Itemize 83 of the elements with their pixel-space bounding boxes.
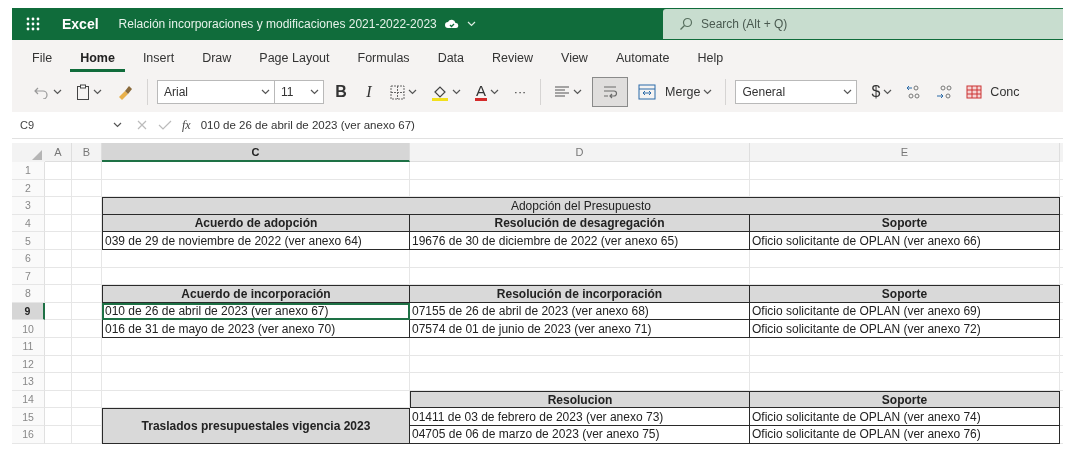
ribbon-tab[interactable]: File xyxy=(22,46,63,72)
search-icon xyxy=(679,17,693,31)
font-size-select[interactable]: 11 xyxy=(274,80,324,104)
table-cell: Oficio solicitante de OPLAN (ver anexo 74) xyxy=(750,408,1060,426)
caret-icon xyxy=(883,89,893,95)
column-header[interactable]: C xyxy=(102,143,410,162)
table-cell: 01411 de 03 de febrero de 2023 (ver anexo 73) xyxy=(410,408,750,426)
borders-icon xyxy=(390,84,405,100)
row-header[interactable]: 10 xyxy=(12,320,45,338)
ribbon-tab[interactable]: Draw xyxy=(192,46,242,72)
caret-icon xyxy=(261,89,270,95)
table-cell: 19676 de 30 de diciembre de 2022 (ver anexo 65) xyxy=(410,232,750,250)
check-icon[interactable] xyxy=(158,119,172,131)
caret-icon xyxy=(310,89,319,95)
header-cell: Resolución de incorporación xyxy=(410,285,750,303)
caret-icon xyxy=(452,89,461,95)
search-field[interactable]: Search (Alt + Q) xyxy=(663,9,1063,39)
name-box[interactable]: C9 xyxy=(16,115,126,135)
table-cell: Oficio solicitante de OPLAN (ver anexo 66) xyxy=(750,232,1060,250)
caret-icon xyxy=(573,89,582,95)
table-cell: 039 de 29 de noviembre de 2022 (ver anexo 64) xyxy=(102,232,410,250)
ribbon-tab[interactable]: Review xyxy=(482,46,544,72)
merge-icon xyxy=(638,84,656,100)
ribbon-tab[interactable]: Formulas xyxy=(347,46,420,72)
ribbon-tab[interactable]: Page Layout xyxy=(249,46,340,72)
table-cell: Oficio solicitante de OPLAN (ver anexo 72) xyxy=(750,320,1060,338)
font-color-button[interactable]: A xyxy=(471,77,503,107)
caret-icon xyxy=(843,89,853,95)
font-select[interactable]: Arial xyxy=(157,80,275,104)
caret-icon xyxy=(703,89,713,95)
caret-icon xyxy=(113,122,122,128)
ribbon-tab[interactable]: Home xyxy=(70,46,125,72)
cloud-saved-icon xyxy=(444,18,459,30)
wrap-text-icon xyxy=(601,83,619,101)
align-left-icon xyxy=(554,85,570,99)
table-cell: 016 de 31 de mayo de 2023 (ver anexo 70) xyxy=(102,320,410,338)
ribbon-tab[interactable]: Help xyxy=(687,46,734,72)
app-launcher-icon[interactable] xyxy=(26,17,40,31)
caret-icon xyxy=(490,89,499,95)
caret-icon xyxy=(53,89,62,95)
number-format-select[interactable]: General xyxy=(735,80,858,104)
header-cell: Soporte xyxy=(750,285,1060,303)
function-label[interactable]: fx xyxy=(182,117,191,133)
italic-button[interactable]: I xyxy=(358,77,380,107)
more-button[interactable]: ··· xyxy=(509,77,531,107)
table-grid-icon xyxy=(966,85,983,99)
currency-button[interactable]: $ xyxy=(867,77,897,107)
caret-icon xyxy=(408,89,417,95)
header-cell: Adopción del Presupuesto xyxy=(102,197,1060,215)
header-cell: Resolucion xyxy=(410,390,750,409)
decrease-decimal-icon xyxy=(936,84,953,100)
increase-decimal-icon xyxy=(906,84,923,100)
header-cell: Traslados presupuestales vigencia 2023 xyxy=(102,408,410,444)
row-header[interactable]: 1 xyxy=(12,162,45,180)
caret-icon[interactable] xyxy=(466,21,476,27)
app-name: Excel xyxy=(62,16,99,32)
row-header[interactable]: 15 xyxy=(12,408,45,426)
wrap-text-button[interactable] xyxy=(592,77,628,107)
table-cell: 07574 de 01 de junio de 2023 (ver anexo 71) xyxy=(410,320,750,338)
header-cell: Acuerdo de incorporación xyxy=(102,285,410,303)
header-cell: Soporte xyxy=(750,390,1060,409)
ribbon-tab[interactable]: Insert xyxy=(132,46,185,72)
row-header[interactable]: 13 xyxy=(12,373,45,391)
merge-button[interactable]: Merge xyxy=(634,77,717,107)
ribbon-tab[interactable]: View xyxy=(551,46,598,72)
bold-button[interactable]: B xyxy=(330,77,352,107)
clipboard-icon xyxy=(76,84,90,100)
select-all-icon[interactable] xyxy=(32,150,42,160)
ribbon-tab[interactable]: Automate xyxy=(605,46,680,72)
column-header[interactable]: D xyxy=(410,143,750,162)
document-title[interactable]: Relación incorporaciones y modificaciones 2021-2022-2023 xyxy=(118,17,437,31)
cancel-icon[interactable] xyxy=(136,119,148,131)
column-header[interactable]: E xyxy=(750,143,1060,162)
formula-field[interactable]: 010 de 26 de abril de 2023 (ver anexo 67) xyxy=(200,119,415,131)
row-header[interactable]: 8 xyxy=(12,285,45,303)
column-header[interactable]: A xyxy=(45,143,72,162)
caret-icon xyxy=(93,89,102,95)
row-header[interactable]: 3 xyxy=(12,197,45,215)
row-header[interactable]: 5 xyxy=(12,232,45,250)
conditional-formatting-button[interactable]: Conc xyxy=(962,77,1024,107)
column-header[interactable]: B xyxy=(72,143,102,162)
undo-icon xyxy=(34,85,50,99)
ribbon-tab[interactable]: Data xyxy=(427,46,475,72)
